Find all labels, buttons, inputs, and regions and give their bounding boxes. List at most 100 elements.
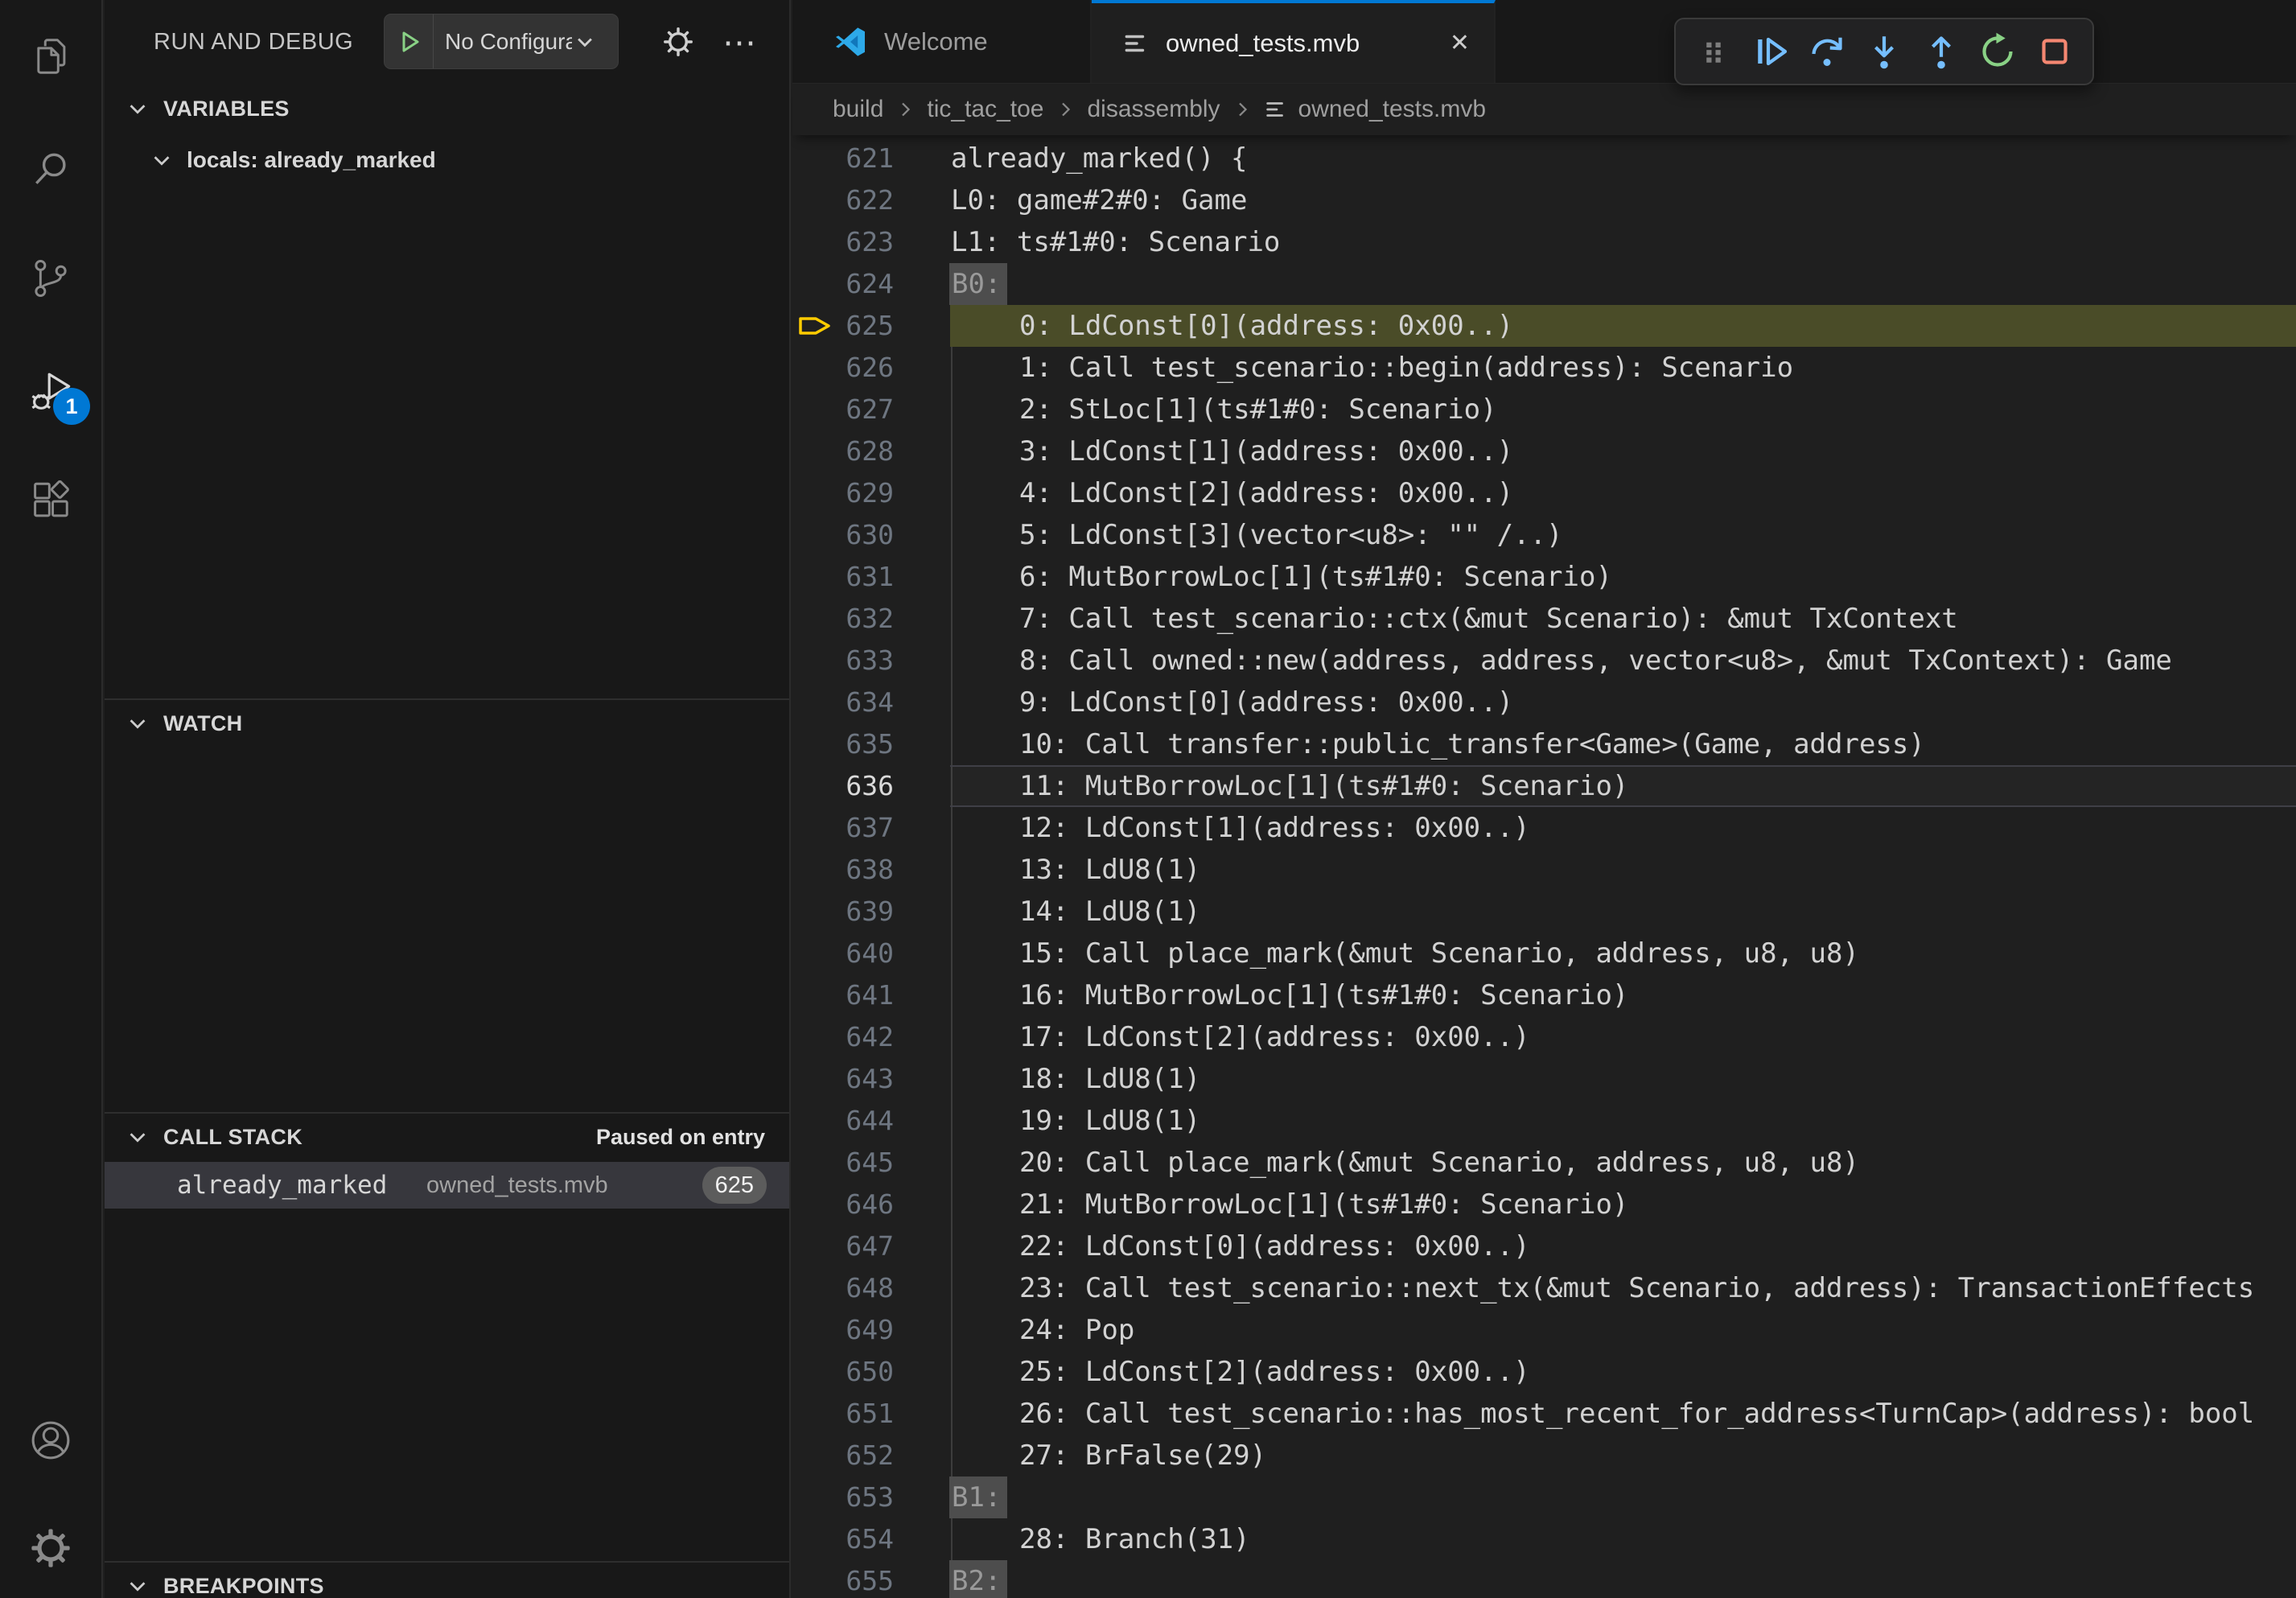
line-number[interactable]: 651	[792, 1393, 894, 1435]
line-number[interactable]: 636	[792, 765, 894, 807]
line-text[interactable]: 14: LdU8(1)	[1019, 891, 1200, 933]
activity-explorer-button[interactable]	[0, 14, 101, 98]
stack-frame-row[interactable]: already_marked owned_tests.mvb 625	[105, 1162, 789, 1209]
line-number[interactable]: 627	[792, 389, 894, 430]
line-text[interactable]: 13: LdU8(1)	[1019, 849, 1200, 891]
line-text[interactable]: 19: LdU8(1)	[1019, 1100, 1200, 1142]
line-number[interactable]: 635	[792, 723, 894, 765]
code-line[interactable]: 624 B0:	[792, 263, 2296, 305]
line-text[interactable]: 23: Call test_scenario::next_tx(&mut Sce…	[1019, 1267, 2254, 1309]
code-line[interactable]: 637 12: LdConst[1](address: 0x00..)	[792, 807, 2296, 849]
line-number[interactable]: 637	[792, 807, 894, 849]
code-line[interactable]: 643 18: LdU8(1)	[792, 1058, 2296, 1100]
code-line[interactable]: 645 20: Call place_mark(&mut Scenario, a…	[792, 1142, 2296, 1184]
line-number[interactable]: 653	[792, 1477, 894, 1518]
code-line[interactable]: 636 11: MutBorrowLoc[1](ts#1#0: Scenario…	[792, 765, 2296, 807]
code-line[interactable]: 644 19: LdU8(1)	[792, 1100, 2296, 1142]
line-number[interactable]: 628	[792, 430, 894, 472]
code-line[interactable]: 634 9: LdConst[0](address: 0x00..)	[792, 682, 2296, 723]
step-out-button[interactable]	[1916, 23, 1966, 80]
tab-welcome[interactable]: Welcome	[792, 0, 1092, 83]
breadcrumb-item[interactable]: owned_tests.mvb	[1298, 96, 1486, 123]
line-number[interactable]: 624	[792, 263, 894, 305]
debug-settings-gear-icon[interactable]	[654, 18, 702, 66]
start-debug-icon[interactable]	[385, 14, 434, 68]
code-line[interactable]: 622 L0: game#2#0: Game	[792, 179, 2296, 221]
activity-search-button[interactable]	[0, 127, 101, 211]
line-text[interactable]: 1: Call test_scenario::begin(address): S…	[1019, 347, 1793, 389]
activity-source-control-button[interactable]	[0, 237, 101, 320]
breadcrumb-item[interactable]: tic_tac_toe	[927, 96, 1043, 123]
line-text[interactable]: 25: LdConst[2](address: 0x00..)	[1019, 1351, 1530, 1393]
line-text[interactable]: 5: LdConst[3](vector<u8>: "" /..)	[1019, 514, 1563, 556]
line-number[interactable]: 639	[792, 891, 894, 933]
line-text[interactable]: 20: Call place_mark(&mut Scenario, addre…	[1019, 1142, 1859, 1184]
variables-section-header[interactable]: VARIABLES	[105, 87, 789, 130]
code-line[interactable]: 623 L1: ts#1#0: Scenario	[792, 221, 2296, 263]
code-line[interactable]: 628 3: LdConst[1](address: 0x00..)	[792, 430, 2296, 472]
line-text[interactable]: 28: Branch(31)	[1019, 1518, 1250, 1560]
line-number[interactable]: 643	[792, 1058, 894, 1100]
line-text[interactable]: 27: BrFalse(29)	[1019, 1435, 1266, 1477]
code-line[interactable]: 641 16: MutBorrowLoc[1](ts#1#0: Scenario…	[792, 974, 2296, 1016]
code-line[interactable]: 630 5: LdConst[3](vector<u8>: "" /..)	[792, 514, 2296, 556]
line-number[interactable]: 622	[792, 179, 894, 221]
line-number[interactable]: 640	[792, 933, 894, 974]
code-line[interactable]: 646 21: MutBorrowLoc[1](ts#1#0: Scenario…	[792, 1184, 2296, 1225]
code-line[interactable]: 632 7: Call test_scenario::ctx(&mut Scen…	[792, 598, 2296, 640]
code-line[interactable]: 627 2: StLoc[1](ts#1#0: Scenario)	[792, 389, 2296, 430]
line-number[interactable]: 642	[792, 1016, 894, 1058]
line-number[interactable]: 633	[792, 640, 894, 682]
breakpoints-section-header[interactable]: BREAKPOINTS	[105, 1564, 789, 1598]
code-line[interactable]: 626 1: Call test_scenario::begin(address…	[792, 347, 2296, 389]
line-text[interactable]: 18: LdU8(1)	[1019, 1058, 1200, 1100]
line-text[interactable]: 16: MutBorrowLoc[1](ts#1#0: Scenario)	[1019, 974, 1628, 1016]
code-line[interactable]: 642 17: LdConst[2](address: 0x00..)	[792, 1016, 2296, 1058]
line-text[interactable]: already_marked() {	[951, 138, 1247, 179]
code-line[interactable]: 639 14: LdU8(1)	[792, 891, 2296, 933]
code-line[interactable]: 654 28: Branch(31)	[792, 1518, 2296, 1560]
code-line[interactable]: 650 25: LdConst[2](address: 0x00..)	[792, 1351, 2296, 1393]
code-line[interactable]: 651 26: Call test_scenario::has_most_rec…	[792, 1393, 2296, 1435]
line-number[interactable]: 641	[792, 974, 894, 1016]
line-number[interactable]: 630	[792, 514, 894, 556]
line-text[interactable]: 0: LdConst[0](address: 0x00..)	[1019, 305, 1513, 347]
code-line[interactable]: 648 23: Call test_scenario::next_tx(&mut…	[792, 1267, 2296, 1309]
line-number[interactable]: 654	[792, 1518, 894, 1560]
code-editor[interactable]: 621 already_marked() { 622 L0: game#2#0:…	[792, 135, 2296, 1598]
line-number[interactable]: 621	[792, 138, 894, 179]
line-text[interactable]: B1:	[949, 1477, 1007, 1518]
line-text[interactable]: L1: ts#1#0: Scenario	[951, 221, 1280, 263]
code-line[interactable]: 647 22: LdConst[0](address: 0x00..)	[792, 1225, 2296, 1267]
code-line[interactable]: 635 10: Call transfer::public_transfer<G…	[792, 723, 2296, 765]
breadcrumb-item[interactable]: disassembly	[1087, 96, 1220, 123]
line-number[interactable]: 623	[792, 221, 894, 263]
code-line[interactable]: 633 8: Call owned::new(address, address,…	[792, 640, 2296, 682]
step-over-button[interactable]	[1802, 23, 1852, 80]
line-number[interactable]: 655	[792, 1560, 894, 1598]
line-number[interactable]: 632	[792, 598, 894, 640]
activity-account-button[interactable]	[0, 1398, 101, 1482]
line-text[interactable]: 3: LdConst[1](address: 0x00..)	[1019, 430, 1513, 472]
code-line[interactable]: 649 24: Pop	[792, 1309, 2296, 1351]
line-text[interactable]: 2: StLoc[1](ts#1#0: Scenario)	[1019, 389, 1497, 430]
more-actions-icon[interactable]: ⋯	[716, 18, 764, 66]
code-line[interactable]: 640 15: Call place_mark(&mut Scenario, a…	[792, 933, 2296, 974]
step-into-button[interactable]	[1859, 23, 1909, 80]
line-number[interactable]: 646	[792, 1184, 894, 1225]
watch-section-header[interactable]: WATCH	[105, 702, 789, 745]
line-text[interactable]: 15: Call place_mark(&mut Scenario, addre…	[1019, 933, 1859, 974]
code-line[interactable]: 638 13: LdU8(1)	[792, 849, 2296, 891]
line-text[interactable]: 8: Call owned::new(address, address, vec…	[1019, 640, 2172, 682]
restart-button[interactable]	[1973, 23, 2022, 80]
code-line[interactable]: 629 4: LdConst[2](address: 0x00..)	[792, 472, 2296, 514]
tab-owned-tests[interactable]: owned_tests.mvb ✕	[1092, 0, 1496, 83]
line-text[interactable]: 11: MutBorrowLoc[1](ts#1#0: Scenario)	[1019, 765, 1628, 807]
line-text[interactable]: 4: LdConst[2](address: 0x00..)	[1019, 472, 1513, 514]
code-line[interactable]: 652 27: BrFalse(29)	[792, 1435, 2296, 1477]
line-text[interactable]: 22: LdConst[0](address: 0x00..)	[1019, 1225, 1530, 1267]
breadcrumb-item[interactable]: build	[833, 96, 883, 123]
continue-button[interactable]	[1746, 23, 1796, 80]
line-number[interactable]: 649	[792, 1309, 894, 1351]
activity-run-debug-button[interactable]: 1	[0, 349, 101, 433]
